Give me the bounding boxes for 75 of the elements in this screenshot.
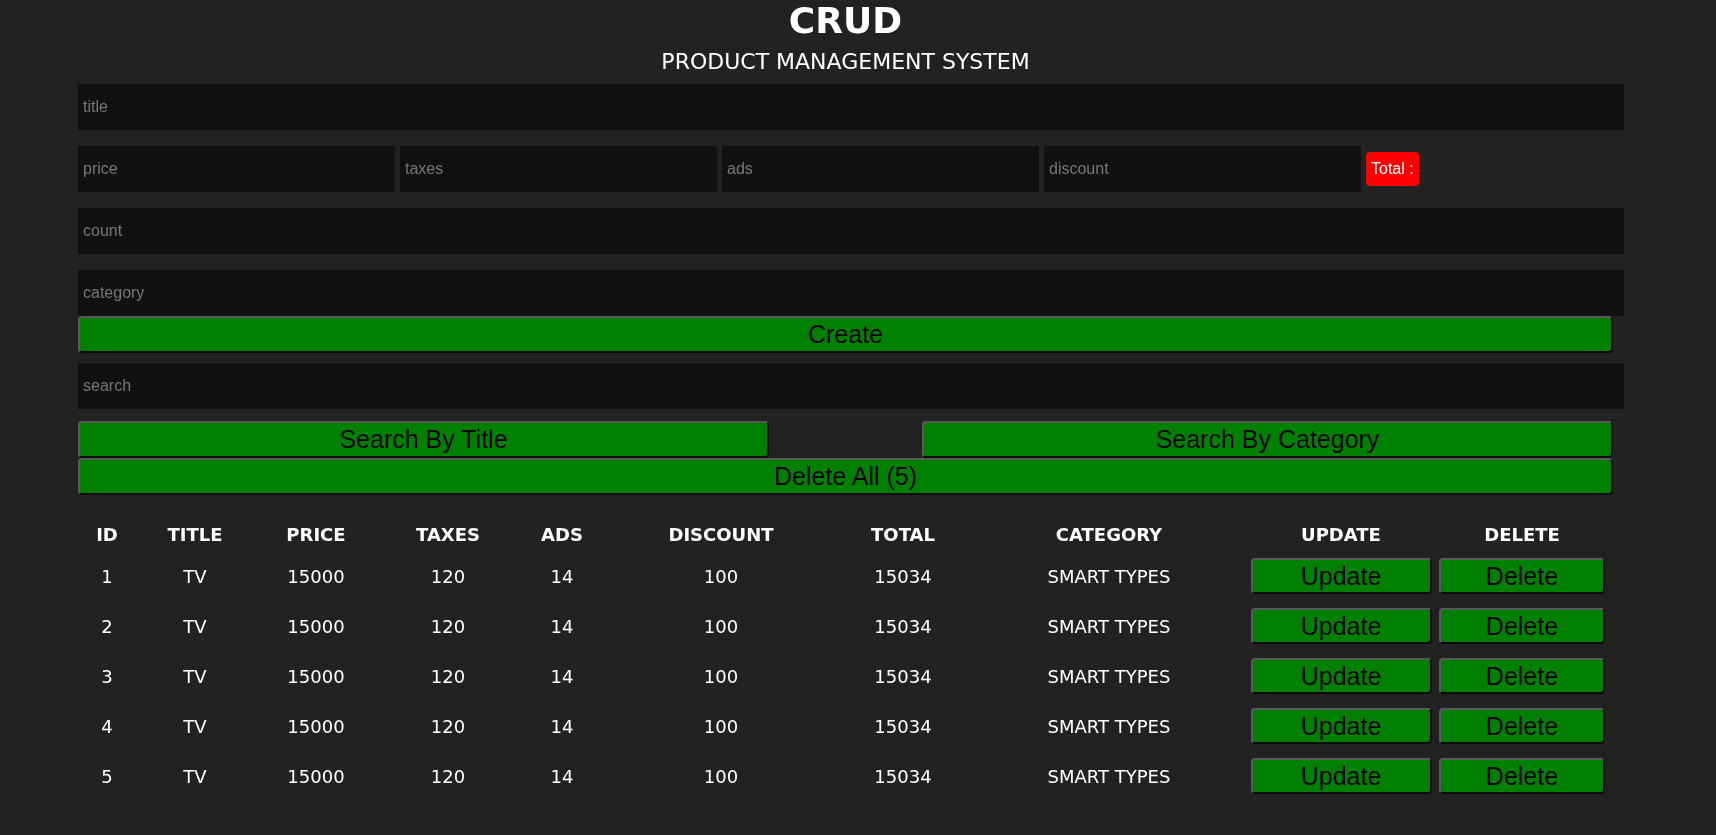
column-header: DELETE [1484,523,1560,545]
category-input[interactable]: category [78,270,1624,316]
update-button[interactable]: Update [1250,658,1432,694]
table-cell: 15034 [874,565,932,587]
update-button[interactable]: Update [1250,708,1432,744]
table-cell: 1 [101,565,113,587]
table-cell: 5 [101,765,113,787]
app-title: CRUD [788,0,903,42]
delete-button[interactable]: Delete [1439,708,1605,744]
table-cell: 15000 [287,765,345,787]
table-cell: 14 [550,615,574,637]
update-button[interactable]: Update [1250,608,1432,644]
column-header: TAXES [416,523,480,545]
table-cell: 14 [550,765,574,787]
table-cell: SMART TYPES [1047,565,1171,587]
table-cell: 15000 [287,665,345,687]
column-header: DISCOUNT [668,523,774,545]
table-cell: 100 [703,765,739,787]
column-header: PRICE [286,523,346,545]
discount-input[interactable]: discount [1044,146,1361,192]
table-cell: 15034 [874,765,932,787]
delete-all-button[interactable]: Delete All (5) [78,458,1613,495]
search-input[interactable]: search [78,363,1624,409]
column-header: TITLE [167,523,223,545]
table-cell: 2 [101,615,113,637]
price-input[interactable]: price [78,146,395,192]
delete-button[interactable]: Delete [1439,558,1605,594]
column-header: UPDATE [1301,523,1381,545]
column-header: CATEGORY [1055,523,1163,545]
table-cell: TV [183,715,207,737]
table-cell: 120 [430,565,466,587]
column-header: ADS [541,523,583,545]
table-cell: 120 [430,665,466,687]
table-cell: TV [183,665,207,687]
search-by-category-button[interactable]: Search By Category [922,421,1613,458]
table-cell: 15000 [287,565,345,587]
column-header: ID [96,523,118,545]
table-cell: 120 [430,715,466,737]
table-cell: 100 [703,715,739,737]
table-cell: 14 [550,565,574,587]
table-cell: SMART TYPES [1047,615,1171,637]
table-cell: 15000 [287,615,345,637]
table-cell: 4 [101,715,113,737]
delete-button[interactable]: Delete [1439,658,1605,694]
table-cell: 120 [430,615,466,637]
search-by-title-button[interactable]: Search By Title [78,421,769,458]
table-cell: 120 [430,765,466,787]
table-cell: TV [183,765,207,787]
table-cell: 15034 [874,665,932,687]
table-cell: 15034 [874,615,932,637]
create-button[interactable]: Create [78,316,1613,353]
table-cell: 14 [550,715,574,737]
delete-button[interactable]: Delete [1439,758,1605,794]
table-cell: 100 [703,615,739,637]
table-cell: 14 [550,665,574,687]
table-cell: TV [183,615,207,637]
app-subtitle: PRODUCT MANAGEMENT SYSTEM [661,49,1030,75]
table-cell: 100 [703,665,739,687]
column-header: TOTAL [871,523,935,545]
table-cell: SMART TYPES [1047,665,1171,687]
taxes-input[interactable]: taxes [400,146,717,192]
delete-button[interactable]: Delete [1439,608,1605,644]
table-cell: SMART TYPES [1047,765,1171,787]
title-input[interactable]: title [78,84,1624,130]
table-cell: 15034 [874,715,932,737]
table-cell: 3 [101,665,113,687]
ads-input[interactable]: ads [722,146,1039,192]
table-cell: 15000 [287,715,345,737]
total-badge: Total : [1366,152,1419,186]
count-input[interactable]: count [78,208,1624,254]
update-button[interactable]: Update [1250,758,1432,794]
update-button[interactable]: Update [1250,558,1432,594]
table-cell: TV [183,565,207,587]
table-cell: 100 [703,565,739,587]
table-cell: SMART TYPES [1047,715,1171,737]
